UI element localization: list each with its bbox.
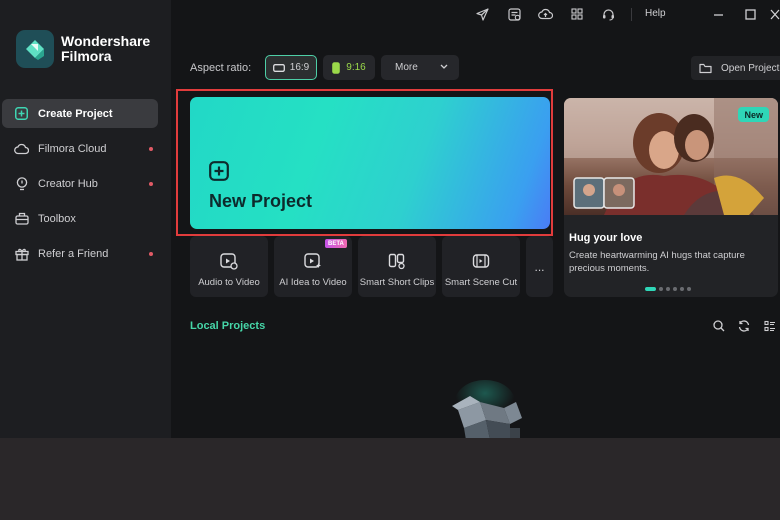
- task-list-icon[interactable]: [506, 5, 522, 23]
- chevron-down-icon: [440, 64, 448, 70]
- carousel-dot[interactable]: [687, 287, 691, 291]
- cloud-upload-icon[interactable]: [537, 5, 554, 23]
- sidebar-item-filmora-cloud[interactable]: Filmora Cloud: [2, 134, 158, 163]
- help-menu[interactable]: Help: [645, 8, 666, 19]
- tool-label: Smart Scene Cut: [444, 277, 518, 288]
- sidebar: Wondershare Filmora Create Project Filmo…: [0, 0, 171, 438]
- smart-short-clips-icon: [388, 251, 406, 271]
- search-icon[interactable]: [712, 319, 725, 332]
- list-view-icon[interactable]: [763, 319, 776, 332]
- carousel-dot[interactable]: [673, 287, 677, 291]
- carousel-dot[interactable]: [645, 287, 656, 291]
- titlebar-divider: [631, 8, 632, 21]
- close-icon[interactable]: [770, 5, 780, 23]
- more-tools-button[interactable]: ...: [526, 236, 553, 297]
- grid-apps-icon[interactable]: [569, 5, 585, 23]
- sidebar-item-creator-hub[interactable]: Creator Hub: [2, 169, 158, 198]
- aspect-16-9-button[interactable]: 16:9: [265, 55, 317, 80]
- new-badge: New: [738, 107, 769, 122]
- tool-label: Smart Short Clips: [359, 277, 435, 288]
- ai-idea-icon: [304, 251, 322, 271]
- filmora-logo-icon: [16, 30, 54, 68]
- aspect-9-16-button[interactable]: 9:16: [323, 55, 375, 80]
- more-dropdown-label: More: [395, 62, 418, 73]
- ai-idea-to-video-button[interactable]: BETA AI Idea to Video: [274, 236, 352, 297]
- app-logo: Wondershare Filmora: [16, 30, 150, 68]
- filmora-window: Wondershare Filmora Create Project Filmo…: [0, 0, 780, 438]
- notification-dot: [149, 147, 153, 151]
- tool-label: Audio to Video: [198, 277, 260, 288]
- sidebar-item-label: Creator Hub: [38, 177, 98, 190]
- tool-label: AI Idea to Video: [279, 277, 347, 288]
- sidebar-item-label: Toolbox: [38, 212, 76, 225]
- sidebar-nav: Create Project Filmora Cloud Creator Hub: [0, 99, 171, 274]
- local-projects-title: Local Projects: [190, 320, 266, 332]
- portrait-icon: [332, 61, 341, 74]
- promo-image: New: [564, 98, 778, 215]
- send-icon[interactable]: [474, 5, 490, 23]
- headset-support-icon[interactable]: [600, 5, 617, 23]
- open-project-label: Open Project: [721, 62, 780, 74]
- promo-card[interactable]: New Hug your love Create heartwarming AI…: [564, 98, 778, 297]
- maximize-icon[interactable]: [742, 5, 758, 23]
- minimize-icon[interactable]: [710, 5, 726, 23]
- smart-short-clips-button[interactable]: Smart Short Clips: [358, 236, 436, 297]
- promo-description: Create heartwarming AI hugs that capture…: [569, 250, 745, 274]
- aspect-option-label: 16:9: [289, 62, 310, 73]
- empty-box-icon: [440, 380, 530, 438]
- carousel-dot[interactable]: [680, 287, 684, 291]
- aspect-option-label: 9:16: [346, 62, 366, 73]
- carousel-dots: [645, 287, 691, 291]
- outer-background: [0, 438, 780, 520]
- sidebar-item-label: Refer a Friend: [38, 247, 109, 260]
- aspect-ratio-label: Aspect ratio:: [190, 62, 252, 74]
- sidebar-item-toolbox[interactable]: Toolbox: [2, 204, 158, 233]
- carousel-dot[interactable]: [659, 287, 663, 291]
- plus-square-icon: [14, 106, 29, 121]
- toolbox-icon: [14, 211, 29, 226]
- brand-line-2: Filmora: [61, 48, 112, 64]
- aspect-more-dropdown[interactable]: More: [381, 55, 459, 80]
- sidebar-item-label: Create Project: [38, 107, 113, 120]
- smart-scene-cut-icon: [472, 251, 490, 271]
- cloud-icon: [14, 141, 29, 156]
- sidebar-item-label: Filmora Cloud: [38, 142, 107, 155]
- sidebar-item-create-project[interactable]: Create Project: [2, 99, 158, 128]
- beta-badge: BETA: [325, 239, 347, 248]
- gift-icon: [14, 246, 29, 261]
- landscape-icon: [272, 63, 285, 72]
- carousel-dot[interactable]: [666, 287, 670, 291]
- refresh-icon[interactable]: [737, 319, 750, 332]
- folder-icon: [699, 63, 712, 74]
- notification-dot: [149, 252, 153, 256]
- notification-dot: [149, 182, 153, 186]
- bulb-icon: [14, 176, 29, 191]
- brand-line-1: Wondershare: [61, 33, 151, 49]
- smart-scene-cut-button[interactable]: Smart Scene Cut: [442, 236, 520, 297]
- open-project-button[interactable]: Open Project: [691, 56, 780, 80]
- promo-title: Hug your love: [569, 232, 643, 244]
- audio-to-video-icon: [220, 251, 238, 271]
- sidebar-item-refer-a-friend[interactable]: Refer a Friend: [2, 239, 158, 268]
- audio-to-video-button[interactable]: Audio to Video: [190, 236, 268, 297]
- highlight-frame: [176, 89, 553, 236]
- brand-name: Wondershare Filmora: [61, 34, 150, 64]
